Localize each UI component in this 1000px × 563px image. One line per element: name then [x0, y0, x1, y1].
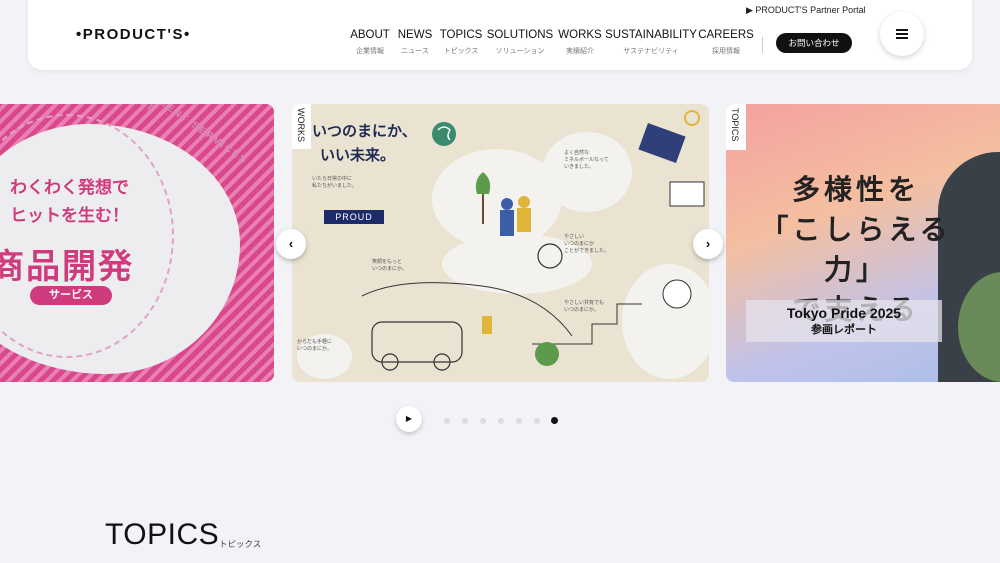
sun-icon: [684, 110, 700, 126]
illustration-caption: やさしい いつのまにか ことができました。: [564, 234, 610, 254]
topics-heading: TOPICS: [105, 518, 220, 551]
chevron-left-icon: ‹: [288, 236, 294, 251]
site-header: •PRODUCT'S• ▶ PRODUCT'S Partner Portal A…: [28, 0, 972, 70]
chevron-right-icon: ›: [705, 236, 711, 251]
slide-headline-line2: 「こしらえる力」: [760, 214, 952, 285]
slide-catchcopy: わくわく発想で ヒットを生む！: [10, 174, 129, 230]
nav-sublabel: ソリューション: [495, 48, 545, 55]
carousel-dot[interactable]: [480, 418, 486, 424]
works-illustration: [361, 110, 705, 371]
event-box: Tokyo Pride 2025 参画レポート: [746, 300, 942, 342]
nav-about[interactable]: ABOUT 企業情報: [350, 29, 390, 56]
slide-headline-line1: 多様性を: [791, 174, 920, 205]
carousel-slide-works[interactable]: WORKS いつのまにか、 いい未来。 PROUD いたら日常の中に 私たちがいま…: [292, 104, 709, 382]
illustration-caption: いたら日常の中に 私たちがいました。: [312, 176, 358, 189]
nav-sublabel: トピックス: [443, 48, 479, 55]
slide-catchcopy-line2: ヒットを生む！: [10, 206, 129, 225]
carousel-slide-topics[interactable]: TOPICS 多様性を 「こしらえる力」 で支える Tokyo Pride 20…: [726, 104, 1000, 382]
carousel-next-button[interactable]: ›: [693, 229, 723, 259]
solar-panel-icon: [638, 123, 686, 163]
carousel-dot[interactable]: [516, 418, 522, 424]
nav-solutions[interactable]: SOLUTIONS ソリューション: [487, 29, 553, 56]
carousel-dot[interactable]: [498, 418, 504, 424]
contact-button[interactable]: お問い合わせ: [776, 33, 852, 53]
site-logo[interactable]: •PRODUCT'S•: [76, 26, 191, 43]
nav-news[interactable]: NEWS ニュース: [398, 29, 433, 56]
laptop-icon: [669, 181, 705, 207]
nav-sublabel: 実績紹介: [565, 48, 594, 55]
nav-label: CAREERS: [698, 29, 754, 41]
slide-catchcopy-line1: わくわく発想で: [10, 178, 129, 197]
event-name: Tokyo Pride 2025: [786, 305, 902, 321]
illustration-caption: からだも手軽に いつのまにか。: [297, 339, 333, 352]
nav-label: WORKS: [558, 29, 602, 41]
carousel-dot-active[interactable]: [551, 417, 558, 424]
slide-title: 商品開発: [0, 248, 134, 286]
nav-works[interactable]: WORKS 実績紹介: [558, 29, 601, 56]
category-tag: TOPICS: [726, 104, 746, 150]
partner-portal-link[interactable]: ▶ PRODUCT'S Partner Portal: [746, 5, 866, 16]
carousel-dot[interactable]: [462, 418, 468, 424]
play-icon: ▶: [405, 414, 413, 423]
nav-sublabel: サステナビリティ: [623, 48, 679, 55]
illustration-caption: やさしい共有でも いつのまにか。: [564, 300, 605, 313]
topics-subheading: トピックス: [219, 539, 262, 549]
nav-topics[interactable]: TOPICS トピックス: [440, 29, 483, 56]
globe-icon: [432, 122, 456, 146]
nav-sustainability[interactable]: SUSTAINABILITY サステナビリティ: [605, 29, 697, 56]
hamburger-icon-line: [896, 33, 908, 35]
slide-service-pill: サービス: [30, 286, 112, 305]
menu-button[interactable]: [880, 12, 924, 56]
hamburger-icon: [896, 29, 908, 31]
nav-divider: [762, 37, 763, 53]
carousel-dot[interactable]: [444, 418, 450, 424]
carousel-prev-button[interactable]: ‹: [276, 229, 306, 259]
carousel-dot[interactable]: [534, 418, 540, 424]
nav-sublabel: 企業情報: [356, 48, 384, 55]
event-report-label: 参画レポート: [811, 324, 877, 336]
illustration-caption: よく自然な ミネルボールなって いきました。: [564, 150, 609, 170]
nav-label: SOLUTIONS: [486, 29, 554, 41]
nav-label: SUSTAINABILITY: [605, 29, 697, 41]
hamburger-icon-line: [896, 37, 908, 39]
wheelchair-icon: [537, 243, 563, 269]
nav-label: NEWS: [397, 29, 433, 41]
nav-label: TOPICS: [439, 29, 483, 41]
nav-sublabel: ニュース: [401, 48, 429, 55]
nav-label: ABOUT: [350, 29, 390, 41]
nav-careers[interactable]: CAREERS 採用情報: [698, 29, 754, 56]
illustration-caption: 笑顔をもっと いつのまにか。: [372, 259, 407, 272]
category-tag-label: TOPICS: [730, 108, 740, 142]
carousel-play-button[interactable]: ▶: [396, 406, 422, 432]
nav-sublabel: 採用情報: [711, 48, 740, 55]
carousel-slide-product-development[interactable]: DEVELOPMENT SERVICES PRODUCT わくわく発想で ヒット…: [0, 104, 274, 382]
